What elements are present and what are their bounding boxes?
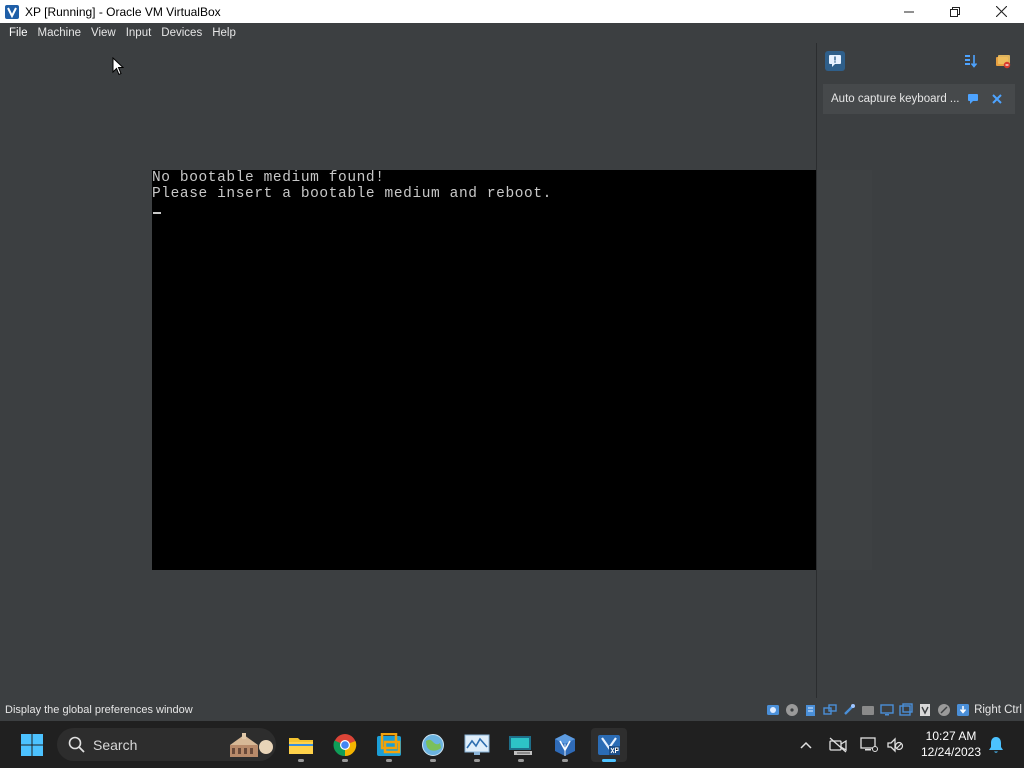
- virtualbox-cube-icon: [555, 734, 575, 756]
- vm-display-area[interactable]: No bootable medium found! Please insert …: [0, 43, 816, 698]
- taskbar-performance-monitor[interactable]: [459, 728, 495, 762]
- running-indicator: [562, 759, 568, 762]
- menu-help[interactable]: Help: [207, 24, 241, 42]
- notification-center-icon[interactable]: [825, 51, 845, 71]
- shared-folders-icon[interactable]: [860, 702, 876, 718]
- keyboard-capture-icon[interactable]: [955, 702, 971, 718]
- notification-help-icon[interactable]: [967, 93, 979, 105]
- search-icon: [68, 736, 85, 753]
- audio-icon[interactable]: [803, 702, 819, 718]
- mouse-pointer-icon: [112, 57, 124, 76]
- snipping-tool-icon: [377, 733, 401, 756]
- taskbar-search-box[interactable]: Search: [57, 728, 276, 761]
- taskbar-virtualbox-manager[interactable]: [547, 728, 583, 762]
- close-button[interactable]: [978, 0, 1024, 23]
- taskbar-file-explorer[interactable]: [283, 728, 319, 762]
- start-button[interactable]: [14, 728, 50, 762]
- running-indicator: [386, 759, 392, 762]
- taskbar-vm-xp-window[interactable]: [591, 728, 627, 762]
- menu-file[interactable]: File: [4, 24, 33, 42]
- chevron-up-icon: [800, 741, 812, 749]
- windows-taskbar: Search 10:27 AM 12/24/2023: [0, 721, 1024, 768]
- taskbar-app-orange[interactable]: [371, 728, 407, 762]
- vm-boot-message-line1: No bootable medium found!: [152, 170, 385, 186]
- notification-close-icon[interactable]: [991, 93, 1003, 105]
- virtualization-engine-icon[interactable]: [917, 702, 933, 718]
- status-message: Display the global preferences window: [5, 703, 193, 716]
- tray-network-status[interactable]: [827, 734, 849, 756]
- menu-devices[interactable]: Devices: [156, 24, 207, 42]
- hard-disk-icon[interactable]: [765, 702, 781, 718]
- clock-time: 10:27 AM: [925, 729, 977, 743]
- virtualbox-app-icon: [4, 4, 20, 20]
- bell-icon: [989, 737, 1003, 753]
- display-icon[interactable]: [879, 702, 895, 718]
- taskbar-remote-app[interactable]: [503, 728, 539, 762]
- notification-item[interactable]: Auto capture keyboard ...: [823, 84, 1015, 114]
- windows-logo-icon: [21, 734, 43, 756]
- search-highlight-icon: [230, 733, 273, 757]
- camera-off-icon: [829, 737, 847, 753]
- optical-drive-icon[interactable]: [784, 702, 800, 718]
- status-bar: Display the global preferences window Ri…: [0, 698, 1024, 721]
- search-placeholder: Search: [93, 736, 138, 753]
- menu-input[interactable]: Input: [121, 24, 157, 42]
- running-indicator: [474, 759, 480, 762]
- taskbar-globe-app[interactable]: [415, 728, 451, 762]
- monitor-chart-icon: [464, 734, 490, 755]
- minimize-button[interactable]: [886, 0, 932, 23]
- chrome-icon: [333, 734, 357, 757]
- taskbar-chrome[interactable]: [327, 728, 363, 762]
- running-indicator: [430, 759, 436, 762]
- vm-screen[interactable]: No bootable medium found! Please insert …: [152, 170, 816, 570]
- notification-center-panel: Auto capture keyboard ...: [816, 43, 1024, 698]
- menu-view[interactable]: View: [86, 24, 121, 42]
- vm-xp-icon: [598, 735, 620, 755]
- menu-machine[interactable]: Machine: [33, 24, 86, 42]
- tray-display-status[interactable]: [858, 734, 880, 756]
- speaker-muted-icon: [887, 737, 904, 753]
- text-cursor: [153, 212, 161, 214]
- mouse-integration-icon[interactable]: [936, 702, 952, 718]
- window-title-bar[interactable]: XP [Running] - Oracle VM VirtualBox: [0, 0, 1024, 23]
- recording-icon[interactable]: [898, 702, 914, 718]
- vm-screen-shadow: [817, 170, 872, 570]
- network-icon[interactable]: [822, 702, 838, 718]
- running-indicator: [298, 759, 304, 762]
- file-explorer-icon: [289, 738, 313, 754]
- vm-boot-message-line2: Please insert a bootable medium and rebo…: [152, 186, 552, 202]
- keep-finished-progresses-icon[interactable]: [993, 51, 1013, 71]
- taskbar-clock[interactable]: 10:27 AM 12/24/2023: [919, 728, 983, 760]
- show-hidden-icons-button[interactable]: [795, 734, 817, 756]
- active-window-indicator: [602, 759, 616, 762]
- menu-bar: File Machine View Input Devices Help: [0, 23, 1024, 43]
- sort-order-icon[interactable]: [961, 51, 981, 71]
- running-indicator: [518, 759, 524, 762]
- clock-date: 12/24/2023: [920, 745, 982, 759]
- window-title: XP [Running] - Oracle VM VirtualBox: [25, 4, 221, 19]
- remote-desktop-icon: [509, 736, 532, 755]
- usb-icon[interactable]: [841, 702, 857, 718]
- host-key-label[interactable]: Right Ctrl: [974, 704, 1022, 716]
- network-monitor-icon: [860, 737, 878, 752]
- globe-icon: [422, 734, 444, 756]
- notification-text: Auto capture keyboard ...: [831, 93, 960, 105]
- running-indicator: [342, 759, 348, 762]
- notifications-button[interactable]: [985, 734, 1007, 756]
- tray-volume-status[interactable]: [884, 734, 906, 756]
- restore-button[interactable]: [932, 0, 978, 23]
